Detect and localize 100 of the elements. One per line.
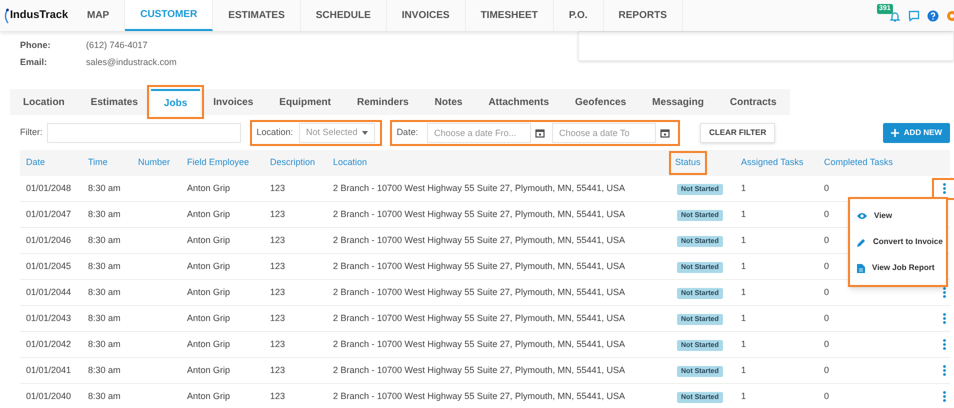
table-cell: 123 [270, 260, 286, 271]
document-icon [857, 264, 865, 272]
field-value: sales@industrack.com [86, 56, 177, 68]
nav-tab[interactable]: ESTIMATES [213, 0, 301, 31]
caret-icon [362, 131, 368, 135]
nav-tab[interactable]: INVOICES [386, 0, 466, 31]
table-cell: 2 Branch - 10700 West Highway 55 Suite 27, Plymouth, MN, 55441, USA [333, 338, 625, 349]
section-tab[interactable]: Geofences [562, 89, 640, 115]
field-value: (612) 746-4017 [86, 39, 148, 52]
table-cell: 123 [270, 182, 286, 193]
table-cell: 123 [270, 234, 286, 245]
table-cell: 01/01/2045 [26, 260, 72, 271]
table-cell: Anton Grip [187, 260, 230, 271]
section-tab[interactable]: Contracts [716, 89, 790, 115]
table-cell: 1 [741, 312, 746, 323]
kebab-icon [942, 183, 946, 194]
section-tab[interactable]: Location [10, 89, 78, 115]
table-cell: Anton Grip [187, 390, 230, 401]
kebab-icon [942, 287, 946, 298]
clear-filter-button[interactable]: CLEAR FILTER [700, 123, 776, 143]
menu-item[interactable]: View [850, 203, 946, 229]
table-cell: 8:30 am [88, 234, 121, 245]
table-cell: 2 Branch - 10700 West Highway 55 Suite 27, Plymouth, MN, 55441, USA [333, 234, 625, 245]
kebab-icon [942, 391, 946, 402]
table-cell: 1 [741, 364, 746, 375]
logo-swoosh-icon [3, 8, 9, 24]
nav-tab[interactable]: TIMESHEET [466, 0, 554, 31]
menu-item[interactable]: Convert to Invoice [850, 229, 946, 255]
table-cell: 1 [741, 338, 746, 349]
table-cell: 123 [270, 208, 286, 219]
table-cell: 8:30 am [88, 312, 121, 323]
table-cell: 123 [270, 390, 286, 401]
kebab-icon [942, 365, 946, 376]
nav-tab[interactable]: SCHEDULE [300, 0, 387, 31]
more-options-button[interactable] [934, 180, 954, 198]
table-cell: 1 [741, 182, 746, 193]
table-cell: Anton Grip [187, 338, 230, 349]
table-cell: 1 [741, 208, 746, 219]
add-new-button[interactable]: ADD NEW [882, 123, 950, 143]
table-cell: 0 [824, 208, 830, 219]
section-tab[interactable]: Notes [422, 89, 476, 115]
table-cell: 2 Branch - 10700 West Highway 55 Suite 27, Plymouth, MN, 55441, USA [333, 286, 625, 297]
table-cell: 01/01/2048 [26, 182, 72, 193]
table-cell: Anton Grip [187, 208, 230, 219]
section-tab[interactable]: Estimates [78, 89, 151, 115]
plus-icon [890, 129, 899, 137]
logo-text: IndusTrack [10, 8, 68, 24]
table-cell: 0 [824, 312, 830, 323]
table-cell: 0 [824, 182, 830, 193]
table-cell: 2 Branch - 10700 West Highway 55 Suite 27, Plymouth, MN, 55441, USA [333, 390, 625, 401]
field-label: Email: [20, 56, 48, 68]
table-cell: 123 [270, 312, 286, 323]
table-cell: 2 Branch - 10700 West Highway 55 Suite 27, Plymouth, MN, 55441, USA [333, 364, 625, 375]
table-cell: 1 [741, 390, 746, 401]
table-cell: 8:30 am [88, 182, 121, 193]
field-label: Phone: [20, 39, 52, 52]
section-tab[interactable]: Messaging [639, 89, 717, 115]
table-cell: 8:30 am [88, 260, 121, 271]
calendar-icon [660, 128, 670, 138]
date-label: Date: [396, 126, 418, 140]
eye-icon [857, 212, 867, 220]
table-cell: 0 [824, 260, 830, 271]
section-tab[interactable]: Invoices [200, 89, 266, 115]
menu-item[interactable]: View Job Report [850, 255, 946, 281]
table-cell: 0 [824, 234, 830, 245]
table-cell: 2 Branch - 10700 West Highway 55 Suite 27, Plymouth, MN, 55441, USA [333, 260, 625, 271]
date-field[interactable]: Choose a date Fro... [427, 123, 532, 143]
table-cell: 123 [270, 338, 286, 349]
table-cell: 8:30 am [88, 338, 121, 349]
table-cell: 8:30 am [88, 208, 121, 219]
table-cell: 2 Branch - 10700 West Highway 55 Suite 27, Plymouth, MN, 55441, USA [333, 312, 625, 323]
chat-icon [908, 10, 920, 22]
table-cell: 8:30 am [88, 364, 121, 375]
table-cell: Anton Grip [187, 286, 230, 297]
table-cell: 0 [824, 390, 830, 401]
filter-label: Filter: [20, 126, 42, 140]
section-tab[interactable]: Equipment [266, 89, 344, 115]
table-cell: Anton Grip [187, 312, 230, 323]
date-field[interactable]: Choose a date To [552, 123, 656, 143]
pencil-icon [857, 238, 866, 246]
table-cell: 8:30 am [88, 286, 121, 297]
help-icon [927, 10, 939, 22]
table-cell: 1 [741, 260, 746, 271]
table-cell: Anton Grip [187, 234, 230, 245]
kebab-icon [942, 313, 946, 324]
section-tab[interactable]: Reminders [344, 89, 422, 115]
table-cell: 01/01/2046 [26, 234, 72, 245]
table-cell: 0 [824, 286, 830, 297]
table-cell: 2 Branch - 10700 West Highway 55 Suite 27, Plymouth, MN, 55441, USA [333, 182, 625, 193]
filter-field[interactable] [46, 123, 240, 143]
table-cell: 123 [270, 286, 286, 297]
table-cell: 1 [741, 286, 746, 297]
table-cell: 2 Branch - 10700 West Highway 55 Suite 27, Plymouth, MN, 55441, USA [333, 208, 625, 219]
calendar-icon [535, 128, 546, 138]
table-cell: 01/01/2040 [26, 390, 72, 401]
table-cell: 123 [270, 364, 286, 375]
table-cell: Anton Grip [187, 182, 230, 193]
table-cell: 01/01/2043 [26, 312, 72, 323]
table-cell: 0 [824, 338, 830, 349]
section-tab[interactable]: Attachments [475, 89, 562, 115]
